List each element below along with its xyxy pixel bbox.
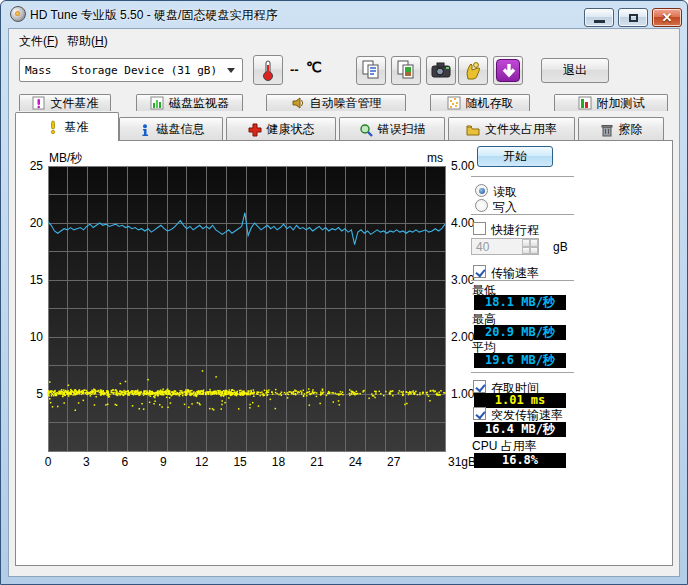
error-scan-icon <box>359 123 373 137</box>
checkbox-transfer-rate[interactable] <box>473 265 486 278</box>
svg-text:31gB: 31gB <box>448 455 476 469</box>
burst-rate-value: 16.4 MB/秒 <box>474 422 566 437</box>
svg-text:20: 20 <box>30 216 44 230</box>
svg-text:6: 6 <box>121 455 128 469</box>
access-time-value: 1.01 ms <box>474 393 566 408</box>
tab-extra-tests[interactable]: 附加测试 <box>554 94 668 111</box>
title-bar: HD Tune 专业版 5.50 - 硬盘/固态硬盘实用程序 ✕ <box>0 0 688 28</box>
separator <box>471 176 574 178</box>
erase-icon <box>600 123 614 137</box>
svg-text:3: 3 <box>83 455 90 469</box>
stroke-size-spinner[interactable]: 40 <box>471 238 539 255</box>
hand-icon <box>459 57 487 84</box>
minimize-button[interactable] <box>584 8 614 27</box>
speaker-icon <box>291 96 305 110</box>
options-button[interactable] <box>458 56 488 85</box>
spinner-up-button[interactable] <box>522 239 538 247</box>
stroke-size-value: 40 <box>476 240 489 254</box>
maximize-button[interactable] <box>618 8 648 27</box>
disk-monitor-icon <box>150 96 164 110</box>
svg-text:10: 10 <box>30 330 44 344</box>
copy-text-button[interactable] <box>356 56 386 85</box>
svg-text:12: 12 <box>195 455 209 469</box>
max-value: 20.9 MB/秒 <box>474 325 566 340</box>
tab-random-access[interactable]: 随机存取 <box>430 94 530 111</box>
download-arrow-icon <box>496 59 520 82</box>
tab-benchmark[interactable]: 基准 <box>15 112 119 141</box>
short-stroke-label: 快捷行程 <box>491 222 539 239</box>
benchmark-icon <box>46 120 60 134</box>
separator <box>471 214 574 216</box>
close-button[interactable]: ✕ <box>652 8 682 27</box>
tab-aam[interactable]: 自动噪音管理 <box>266 94 406 111</box>
svg-text:15: 15 <box>30 273 44 287</box>
minimize-icon <box>594 20 605 23</box>
benchmark-chart: MB/秒ms5101520251.002.003.004.005.0003691… <box>21 149 496 474</box>
device-select[interactable]: Mass Storage Device (31 gB) <box>19 58 243 82</box>
camera-icon <box>427 57 455 84</box>
temperature-unit: ℃ <box>306 59 322 75</box>
copy-image-button[interactable] <box>391 56 421 85</box>
svg-text:1.00: 1.00 <box>451 387 475 401</box>
tab-disk-monitor[interactable]: 磁盘监视器 <box>136 94 243 111</box>
start-button[interactable]: 开始 <box>477 146 553 167</box>
checkbox-short-stroke[interactable] <box>473 222 486 235</box>
tab-health[interactable]: 健康状态 <box>226 117 336 141</box>
arrow-up-icon <box>529 239 531 247</box>
menu-file[interactable]: 文件(F) <box>13 31 64 48</box>
file-benchmark-icon <box>32 96 46 110</box>
screenshot-button[interactable] <box>426 56 456 85</box>
svg-text:5.00: 5.00 <box>451 159 475 173</box>
maximize-icon <box>629 14 638 22</box>
svg-text:9: 9 <box>160 455 167 469</box>
exit-button[interactable]: 退出 <box>541 58 609 83</box>
radio-write[interactable] <box>475 199 488 212</box>
random-access-icon <box>447 96 461 110</box>
svg-text:ms: ms <box>427 151 443 165</box>
menu-bar: 文件(F) 帮助(H) <box>9 29 679 50</box>
close-icon: ✕ <box>653 9 681 26</box>
thermometer-icon <box>254 56 282 84</box>
disk-info-icon <box>138 123 152 137</box>
checkbox-burst-rate[interactable] <box>473 407 486 420</box>
folder-usage-icon <box>466 123 480 137</box>
tab-error-scan[interactable]: 错误扫描 <box>339 117 445 141</box>
svg-text:18: 18 <box>272 455 286 469</box>
menu-help[interactable]: 帮助(H) <box>61 31 114 48</box>
svg-text:21: 21 <box>310 455 324 469</box>
chevron-down-icon <box>227 68 235 73</box>
copy-text-icon <box>357 57 385 84</box>
temperature-value: -- <box>290 62 299 77</box>
device-select-value: Mass Storage Device (31 gB) <box>25 64 217 77</box>
copy-image-icon <box>392 57 420 84</box>
tab-erase[interactable]: 擦除 <box>578 117 664 141</box>
spinner-down-button[interactable] <box>522 247 538 255</box>
temperature-button[interactable] <box>253 55 283 85</box>
client-area: 文件(F) 帮助(H) Mass Storage Device (31 gB) … <box>8 28 680 577</box>
update-button[interactable] <box>493 56 523 85</box>
svg-text:24: 24 <box>349 455 363 469</box>
window-title: HD Tune 专业版 5.50 - 硬盘/固态硬盘实用程序 <box>30 7 277 24</box>
health-icon <box>248 123 262 137</box>
tab-disk-info[interactable]: 磁盘信息 <box>119 117 223 141</box>
svg-text:5: 5 <box>36 387 43 401</box>
arrow-down-icon <box>529 247 531 255</box>
extra-tests-icon <box>578 96 592 110</box>
svg-text:0: 0 <box>45 455 52 469</box>
radio-read[interactable] <box>475 184 488 197</box>
avg-value: 19.6 MB/秒 <box>474 353 566 368</box>
svg-text:25: 25 <box>30 159 44 173</box>
checkbox-access-time[interactable] <box>473 380 486 393</box>
tab-file-benchmark[interactable]: 文件基准 <box>19 94 111 111</box>
min-value: 18.1 MB/秒 <box>474 295 566 310</box>
svg-text:27: 27 <box>387 455 401 469</box>
app-icon <box>10 6 26 22</box>
separator <box>471 372 574 374</box>
cpu-usage-value: 16.8% <box>474 453 566 468</box>
svg-text:4.00: 4.00 <box>451 216 475 230</box>
svg-text:15: 15 <box>233 455 247 469</box>
svg-text:MB/秒: MB/秒 <box>49 151 82 165</box>
tab-folder-usage[interactable]: 文件夹占用率 <box>448 117 575 141</box>
stroke-unit-label: gB <box>553 240 568 254</box>
